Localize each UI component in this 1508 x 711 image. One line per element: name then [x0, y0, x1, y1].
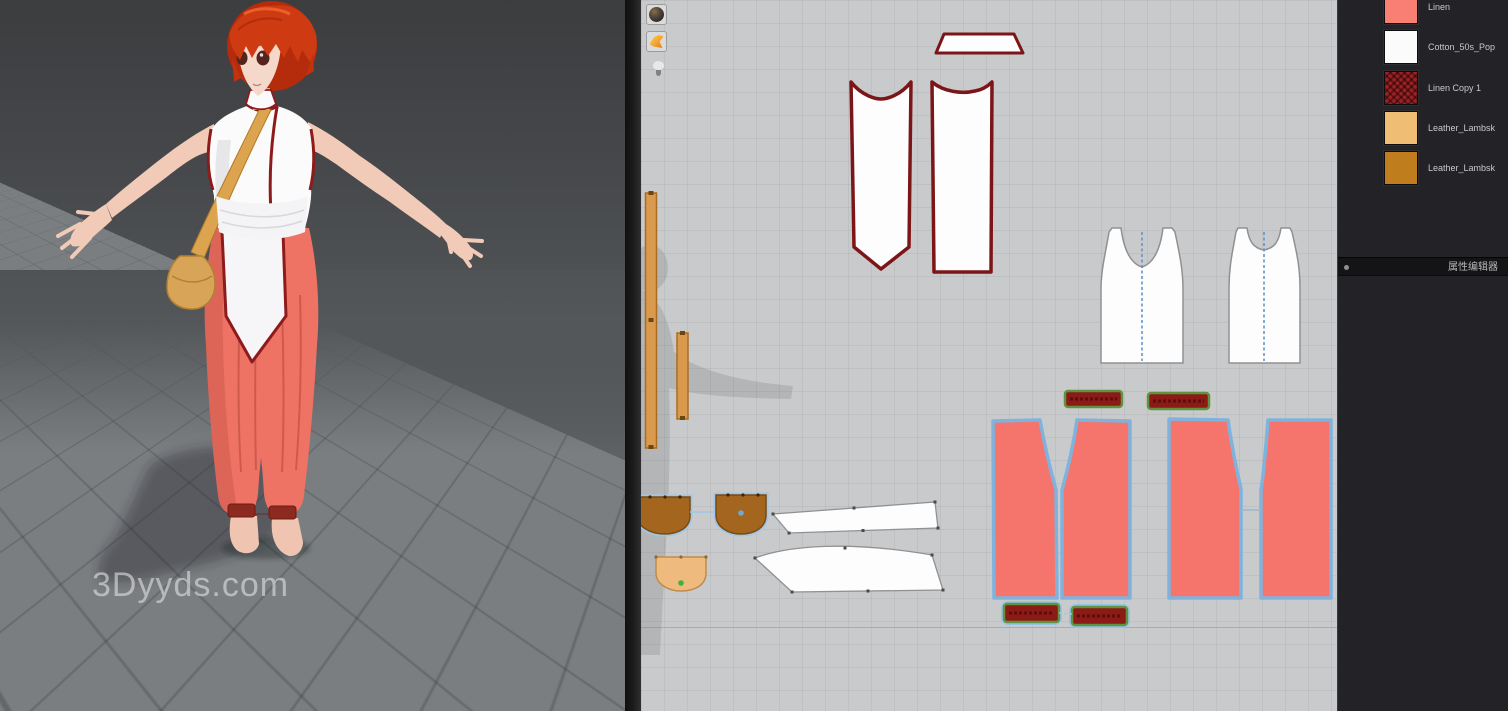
pattern-strap-short[interactable]	[677, 331, 688, 420]
watermark: 3Dyyds.com	[92, 566, 289, 605]
fabric-label: Leather_Lambsk	[1428, 108, 1508, 148]
fabric-row-linen-copy[interactable]: Linen Copy 1	[1338, 68, 1508, 108]
cuff-seam-connector	[1059, 613, 1072, 614]
pattern-top-back[interactable]	[1229, 228, 1300, 363]
pattern-cuff-bottom-right[interactable]	[1072, 607, 1127, 625]
fabric-sidebar: Linen Cotton_50s_Pop Linen Copy 1 Leathe…	[1337, 0, 1508, 711]
viewport-2d[interactable]	[641, 0, 1337, 711]
pattern-cuff-bottom-left[interactable]	[1004, 604, 1059, 622]
pattern-waist-panel[interactable]	[754, 546, 945, 593]
pattern-bag-flap-2[interactable]	[716, 493, 766, 534]
fabric-label: Linen Copy 1	[1428, 68, 1508, 108]
property-editor-title: 属性编辑器	[1448, 258, 1498, 277]
pin-button[interactable]	[648, 58, 669, 79]
fabric-swatch	[1384, 151, 1418, 185]
pattern-pant-front-left[interactable]	[993, 420, 1057, 598]
fabric-texture-button[interactable]	[646, 31, 667, 52]
pattern-pant-front-right[interactable]	[1062, 420, 1130, 598]
pin-icon	[652, 61, 665, 77]
pattern-cuff-top-left[interactable]	[1065, 391, 1122, 407]
fabric-row-linen[interactable]: Linen	[1338, 0, 1508, 27]
pattern-sash-back[interactable]	[932, 82, 992, 272]
fabric-row-cotton[interactable]: Cotton_50s_Pop	[1338, 27, 1508, 67]
pattern-cuff-top-right[interactable]	[1148, 393, 1209, 409]
viewport-3d[interactable]: 3Dyyds.com	[0, 0, 625, 711]
pattern-top-front[interactable]	[1101, 228, 1183, 363]
fabric-label: Cotton_50s_Pop	[1428, 27, 1508, 67]
show-avatar-icon	[649, 7, 664, 22]
fabric-swatch	[1384, 71, 1418, 105]
pattern-strap-long[interactable]	[646, 191, 657, 449]
garment-design-app: 3Dyyds.com	[0, 0, 1508, 711]
show-avatar-button[interactable]	[646, 4, 667, 25]
fabric-row-leather-light[interactable]: Leather_Lambsk	[1338, 108, 1508, 148]
property-editor-header[interactable]: 属性编辑器	[1338, 257, 1508, 276]
fabric-swatch	[1384, 0, 1418, 24]
panel-splitter[interactable]	[625, 0, 641, 711]
fabric-swatch	[1384, 111, 1418, 145]
fabric-row-leather-dark[interactable]: Leather_Lambsk	[1338, 148, 1508, 188]
fabric-label: Leather_Lambsk	[1428, 148, 1508, 188]
pattern-sash-front[interactable]	[851, 82, 911, 269]
fabric-label: Linen	[1428, 0, 1508, 27]
pattern-bag-flap-3[interactable]	[654, 555, 707, 591]
pattern-collar[interactable]	[936, 34, 1023, 53]
avatar-silhouette-2d	[641, 245, 793, 655]
collapse-dot-icon	[1344, 265, 1349, 270]
pattern-bag-flap-1[interactable]	[641, 495, 690, 534]
pattern-pant-back-left[interactable]	[1169, 419, 1241, 598]
pattern-waist-tie[interactable]	[772, 501, 940, 535]
bag-3d	[167, 256, 215, 309]
pattern-pant-back-right[interactable]	[1261, 420, 1331, 598]
fabric-swatch	[1384, 30, 1418, 64]
fabric-texture-icon	[650, 35, 664, 48]
